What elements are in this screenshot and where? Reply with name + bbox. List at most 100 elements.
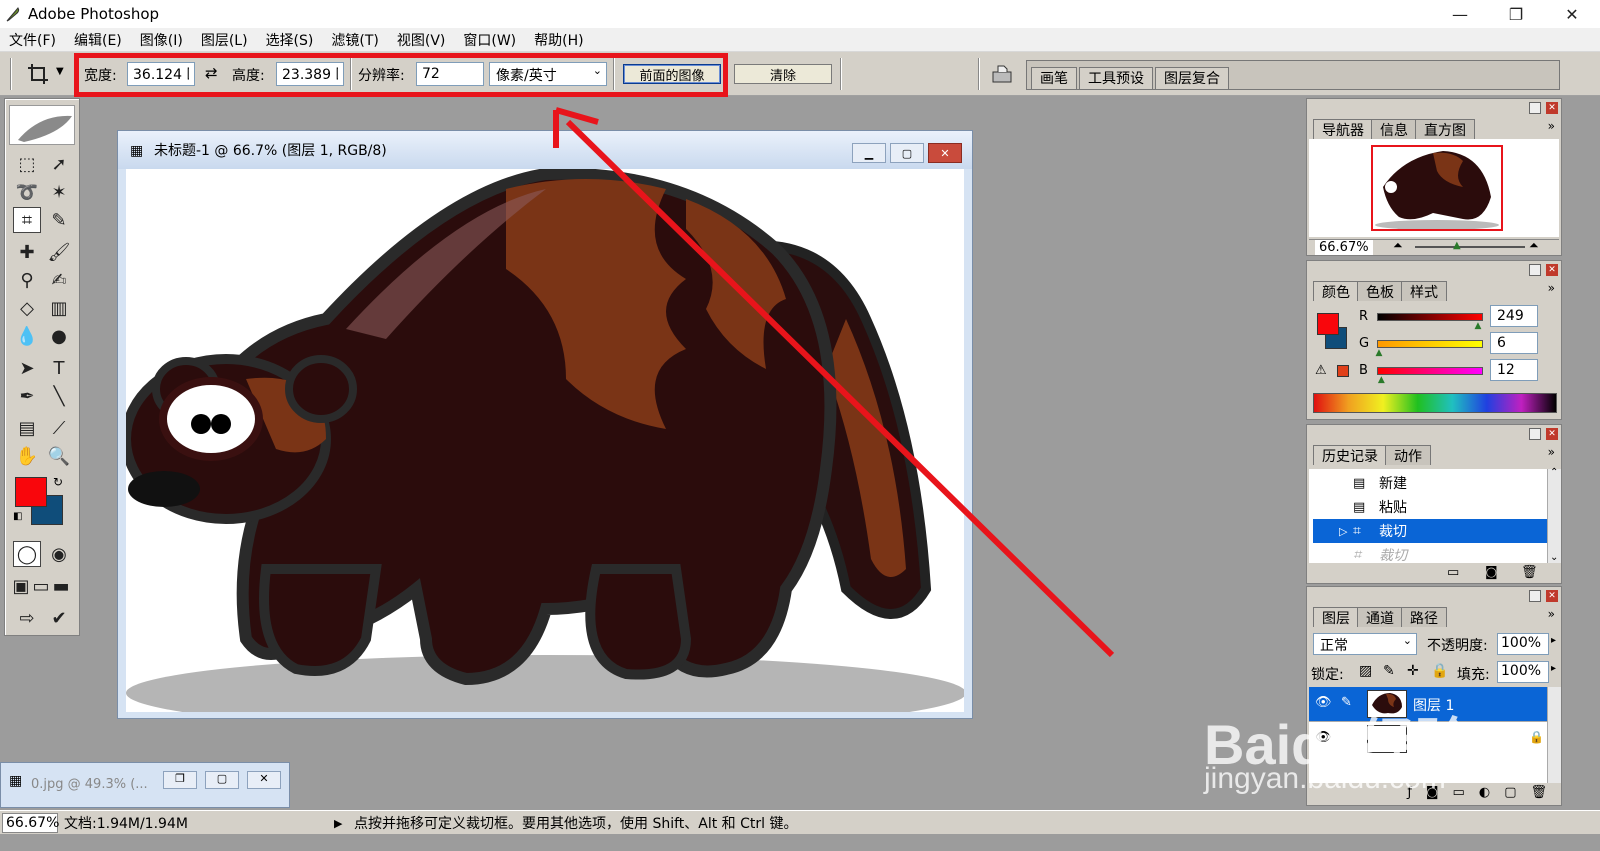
panel-close-button[interactable]: ✕ [1546,264,1558,276]
screen-mode-standard-icon[interactable]: ▣ [11,573,31,599]
panel-close-button[interactable]: ✕ [1546,102,1558,114]
out-of-gamut-warning-icon[interactable]: ⚠ [1315,363,1327,378]
gamut-color-swatch[interactable] [1337,365,1349,377]
eraser-tool-icon[interactable]: ◇ [13,295,41,321]
history-item-crop-undone[interactable]: ⌗ 裁切 [1313,543,1547,563]
menu-window[interactable]: 窗口(W) [454,30,525,50]
minimize-button[interactable]: — [1432,0,1488,28]
layer-name[interactable]: 图层 1 [1413,695,1454,715]
doc-maximize-button[interactable]: ▢ [890,143,924,163]
red-slider[interactable] [1377,313,1483,321]
history-item-crop[interactable]: ▷ ⌗ 裁切 [1313,519,1547,543]
clear-button[interactable]: 清除 [734,64,832,84]
preset-dropdown-arrow-icon[interactable]: ▼ [56,66,64,77]
restore-button[interactable]: ❐ [1488,0,1544,28]
panel-close-button[interactable]: ✕ [1546,428,1558,440]
visibility-eye-icon[interactable]: 👁 [1315,730,1332,745]
layer-row-background[interactable]: 👁 🔒 [1309,721,1547,755]
panel-minimize-button[interactable] [1529,590,1541,602]
default-colors-icon[interactable]: ◧ [13,511,22,522]
well-tab-layer-comps[interactable]: 图层复合 [1155,67,1229,89]
healing-brush-tool-icon[interactable]: ✚ [13,239,41,265]
red-value-field[interactable]: 249 [1490,305,1538,327]
panel-menu-icon[interactable]: » [1548,607,1555,621]
tab-color[interactable]: 颜色 [1313,281,1359,301]
tab-styles[interactable]: 样式 [1401,281,1447,301]
layer-row-layer1[interactable]: 👁 ✎ 图层 1 [1309,687,1547,721]
adobe-online-logo[interactable] [9,105,75,145]
panel-minimize-button[interactable] [1529,102,1541,114]
lock-all-icon[interactable]: 🔒 [1431,663,1448,679]
lock-position-icon[interactable]: ✛ [1407,663,1419,679]
hand-tool-icon[interactable]: ✋ [13,443,41,469]
tab-channels[interactable]: 通道 [1357,607,1403,627]
clone-stamp-tool-icon[interactable]: ⚲ [13,267,41,293]
menu-image[interactable]: 图像(I) [131,30,192,50]
history-state-marker-icon[interactable]: ▷ [1339,525,1347,538]
layer-mask-icon[interactable]: ◙ [1426,785,1439,805]
move-tool-icon[interactable]: ➚ [45,151,73,177]
doc-minimize-button[interactable]: ▁ [852,143,886,163]
color-ramp[interactable] [1313,393,1557,413]
opacity-field[interactable]: 100% [1497,633,1549,655]
new-document-from-state-icon[interactable]: ▭ [1447,565,1459,580]
panel-foreground-swatch[interactable] [1317,313,1339,335]
panel-minimize-button[interactable] [1529,264,1541,276]
marquee-tool-icon[interactable]: ⬚ [13,151,41,177]
zoom-slider[interactable] [1415,246,1525,248]
gradient-tool-icon[interactable]: ▥ [45,295,73,321]
menu-edit[interactable]: 编辑(E) [65,30,131,50]
status-menu-arrow-icon[interactable]: ▶ [334,813,342,833]
edit-in-imageready-icon[interactable]: ✔ [45,605,73,631]
adjustment-layer-icon[interactable]: ◐ [1479,785,1490,805]
navigator-view-box[interactable] [1371,145,1503,231]
swap-colors-icon[interactable]: ↻ [53,475,63,489]
scroll-down-icon[interactable]: ⌄ [1550,552,1558,563]
brush-link-icon[interactable]: ✎ [1341,695,1352,710]
tab-history[interactable]: 历史记录 [1313,445,1387,465]
zoom-slider-handle-icon[interactable]: ▲ [1453,240,1461,251]
well-tab-tool-presets[interactable]: 工具预设 [1079,67,1153,89]
crop-tool-icon[interactable]: ⌗ [13,207,41,233]
tab-navigator[interactable]: 导航器 [1313,119,1373,139]
screen-mode-full-menu-icon[interactable]: ▭ [31,573,51,599]
red-slider-handle-icon[interactable]: ▲ [1475,321,1482,331]
tab-histogram[interactable]: 直方图 [1415,119,1475,139]
brush-tool-icon[interactable]: 🖌 [45,239,73,265]
menu-help[interactable]: 帮助(H) [525,30,592,50]
layer-style-icon[interactable]: ƒ [1407,785,1412,805]
menu-file[interactable]: 文件(F) [0,30,65,50]
document-title-bar[interactable]: ▦ 未标题-1 @ 66.7% (图层 1, RGB/8) ▁ ▢ ✕ [118,131,972,169]
slice-tool-icon[interactable]: ✎ [45,207,73,233]
crop-tool-preset-icon[interactable] [26,62,50,86]
line-tool-icon[interactable]: ╲ [45,383,73,409]
blend-mode-select[interactable]: 正常 ⌄ [1313,633,1417,655]
layer-set-icon[interactable]: ▭ [1453,785,1465,805]
history-item-paste[interactable]: ▤ 粘贴 [1313,495,1547,519]
screen-mode-full-icon[interactable]: ▬ [51,573,71,599]
opacity-slider-arrow-icon[interactable]: ▸ [1551,635,1556,646]
type-tool-icon[interactable]: T [45,355,73,381]
file-browser-icon[interactable] [990,62,1014,86]
menu-view[interactable]: 视图(V) [388,30,455,50]
history-item-new[interactable]: ▤ 新建 [1313,471,1547,495]
blue-slider[interactable] [1377,367,1483,375]
minimized-document-window[interactable]: ▦ 0.jpg @ 49.3% (... ❐ ▢ ✕ [0,762,290,808]
panel-menu-icon[interactable]: » [1548,281,1555,295]
close-button[interactable]: ✕ [1544,0,1600,28]
lock-pixels-icon[interactable]: ✎ [1383,663,1395,679]
notes-tool-icon[interactable]: ▤ [13,415,41,441]
image-canvas[interactable] [126,169,964,712]
tab-layers[interactable]: 图层 [1313,607,1359,627]
fill-field[interactable]: 100% [1497,661,1549,683]
quick-mask-mode-icon[interactable]: ◉ [45,541,73,567]
lasso-tool-icon[interactable]: ➰ [13,179,41,205]
zoom-in-icon[interactable]: ⏶ [1529,238,1539,253]
layers-scrollbar[interactable] [1547,687,1561,783]
maximize-doc-button[interactable]: ▢ [205,771,239,789]
trash-icon[interactable]: 🗑 [1530,785,1547,805]
eyedropper-tool-icon[interactable]: ⟋ [45,415,73,441]
green-value-field[interactable]: 6 [1490,332,1538,354]
new-layer-icon[interactable]: ▢ [1504,785,1516,805]
tab-actions[interactable]: 动作 [1385,445,1431,465]
